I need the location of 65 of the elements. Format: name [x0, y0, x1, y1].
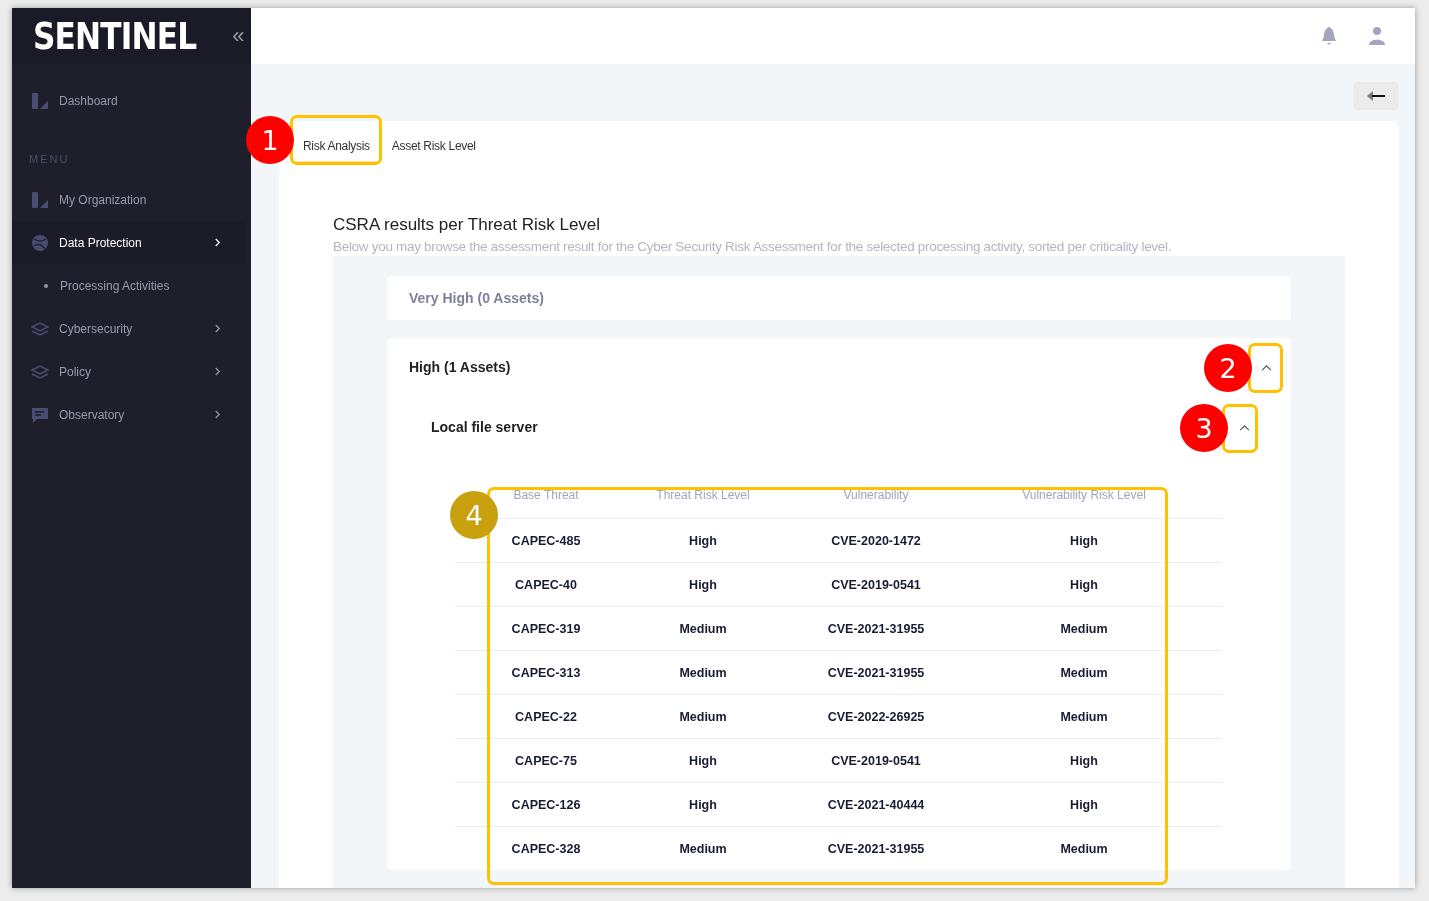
table-cell: High	[1070, 533, 1098, 548]
nav-subitem[interactable]: Processing Activities	[12, 264, 251, 307]
chat-icon	[31, 405, 49, 424]
table-cell: CAPEC-126	[511, 797, 581, 812]
table-cell: CAPEC-22	[515, 709, 577, 724]
dashboard-icon	[31, 190, 49, 209]
accordion-title[interactable]: Very High (0 Assets)	[409, 290, 544, 306]
table-cell: CAPEC-485	[511, 533, 581, 548]
table-cell: Medium	[679, 665, 727, 680]
table-cell: High	[689, 577, 717, 592]
chevron-up-icon	[1260, 363, 1272, 371]
nav-item[interactable]: Observatory	[12, 393, 246, 436]
table-cell: Medium	[679, 621, 727, 636]
table-cell: CVE-2019-0541	[831, 753, 921, 768]
bell-icon[interactable]	[1320, 26, 1338, 46]
table-cell: High	[689, 533, 717, 548]
dashboard-icon	[31, 91, 49, 110]
column-header: Vulnerability	[843, 488, 909, 502]
globe-icon	[31, 233, 49, 252]
asset-title[interactable]: Local file server	[431, 419, 538, 435]
table-cell: CAPEC-319	[511, 621, 581, 636]
nav-item[interactable]: Policy	[12, 350, 246, 393]
table-cell: CVE-2021-40444	[827, 797, 925, 812]
table-cell: High	[689, 797, 717, 812]
section-description: Below you may browse the assessment result for the Cyber Security Risk Assessment for the selected processing activity, sorted per criticality level.	[333, 239, 1173, 254]
table-cell: CVE-2019-0541	[831, 577, 921, 592]
column-header: Base Threat	[513, 488, 579, 502]
tab[interactable]: Asset Risk Level	[385, 129, 482, 163]
table-cell: CAPEC-328	[511, 841, 581, 856]
table-cell: Medium	[679, 841, 727, 856]
tab[interactable]: Risk Analysis	[297, 129, 376, 163]
table-cell: Medium	[679, 709, 727, 724]
table-cell: CVE-2022-26925	[827, 709, 925, 724]
section-title: CSRA results per Threat Risk Level	[333, 215, 602, 235]
nav-item[interactable]: My Organization	[12, 178, 246, 221]
table-cell: CAPEC-313	[511, 665, 581, 680]
arrow-left-icon	[1366, 90, 1386, 102]
table-cell: High	[1070, 753, 1098, 768]
table-cell: High	[1070, 577, 1098, 592]
table-cell: Medium	[1060, 841, 1108, 856]
user-icon[interactable]	[1368, 26, 1386, 46]
chevron-up-icon	[1238, 423, 1250, 431]
column-header: Threat Risk Level	[656, 488, 750, 502]
nav-item[interactable]: Data Protection	[12, 221, 246, 264]
layers-icon	[31, 319, 49, 338]
table-cell: CVE-2021-31955	[827, 621, 925, 636]
layers-icon	[31, 362, 49, 381]
table-cell: CAPEC-75	[515, 753, 577, 768]
table-cell: Medium	[1060, 621, 1108, 636]
collapse-button[interactable]: «	[232, 23, 245, 49]
table-cell: High	[1070, 797, 1098, 812]
nav-item[interactable]: Dashboard	[12, 79, 246, 122]
table-cell: CVE-2020-1472	[831, 533, 921, 548]
table-cell: CVE-2021-31955	[827, 841, 925, 856]
nav-item[interactable]: Cybersecurity	[12, 307, 246, 350]
logo: SENTINEL	[33, 14, 197, 58]
table-cell: Medium	[1060, 709, 1108, 724]
column-header: Vulnerability Risk Level	[1022, 488, 1146, 502]
table-cell: Medium	[1060, 665, 1108, 680]
table-cell: High	[689, 753, 717, 768]
accordion-title[interactable]: High (1 Assets)	[409, 359, 511, 375]
table-cell: CVE-2021-31955	[827, 665, 925, 680]
table-cell: CAPEC-40	[515, 577, 577, 592]
section-label: MENU	[28, 152, 71, 167]
back-button[interactable]	[1353, 82, 1399, 110]
